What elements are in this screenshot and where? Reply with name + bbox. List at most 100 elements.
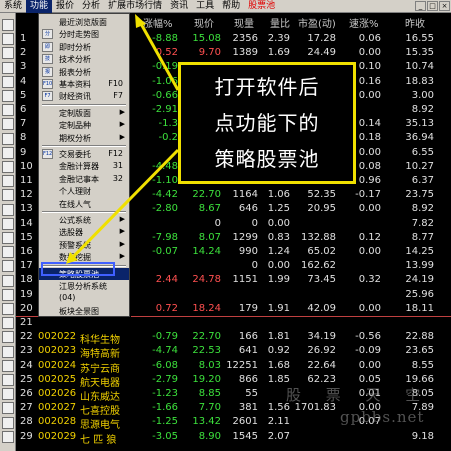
toolbar-button[interactable] — [2, 146, 14, 159]
menu-item-9[interactable]: 期权分析 ▶ — [39, 132, 129, 144]
prev-close-cell: 9.18 — [411, 430, 434, 442]
volume-ratio-cell: 2.39 — [267, 33, 290, 44]
col-header-pe-dynamic[interactable]: 市盈(动) — [298, 15, 336, 30]
prev-close-cell: 35.13 — [405, 118, 434, 130]
toolbar-button[interactable] — [2, 118, 14, 131]
toolbar-button[interactable] — [2, 416, 14, 429]
change-pct-cell: -4.42 — [152, 189, 178, 201]
menu-item-8[interactable]: 定制品种 ▶ — [39, 119, 129, 131]
toolbar-button[interactable] — [2, 90, 14, 102]
menu-item-5[interactable]: F10 基本资料 F10 — [39, 78, 129, 90]
col-header-prev-close[interactable]: 昨收 — [405, 15, 425, 30]
menu-separator — [42, 211, 126, 213]
col-header-change-pct[interactable]: 涨幅% — [143, 15, 173, 30]
volume-ratio-cell: 1.99 — [267, 274, 290, 286]
pe-cell: 52.35 — [307, 189, 336, 201]
toolbar-button[interactable] — [2, 47, 14, 60]
toolbar-button[interactable] — [2, 430, 14, 443]
row-number: 10 — [20, 160, 33, 172]
toolbar-button[interactable] — [2, 317, 14, 330]
toolbar-button[interactable] — [2, 189, 14, 202]
toolbar-button[interactable] — [2, 260, 14, 273]
minimize-button[interactable]: _ — [415, 1, 426, 11]
stock-pool-link[interactable]: 股票池 — [244, 0, 279, 13]
toolbar-button[interactable] — [2, 175, 14, 188]
volume-ratio-cell: 1.81 — [267, 331, 290, 343]
speed-cell: 0.96 — [358, 175, 381, 186]
menu-item-21[interactable]: (04) — [39, 292, 129, 304]
toolbar-button[interactable] — [2, 288, 14, 301]
menu-item-14[interactable]: 在线人气 — [39, 198, 129, 210]
toolbar-button[interactable] — [2, 246, 14, 259]
menu-analysis[interactable]: 分析 — [78, 0, 104, 13]
toolbar-button[interactable] — [2, 61, 14, 74]
menu-item-20[interactable]: 江恩分析系统 — [39, 280, 129, 292]
menu-item-1[interactable]: 分分时走势图 — [39, 28, 129, 40]
menu-news[interactable]: 资讯 — [166, 0, 192, 13]
toolbar-button[interactable] — [2, 345, 14, 358]
menu-system[interactable]: 系统 — [0, 0, 26, 13]
prev-close-cell: 8.77 — [411, 231, 434, 243]
menu-item-6[interactable]: F7 财经资讯 F7 — [39, 90, 129, 102]
prev-close-cell: 8.92 — [411, 203, 434, 215]
menu-tools[interactable]: 工具 — [192, 0, 218, 13]
toolbar-button[interactable] — [2, 19, 14, 31]
toolbar-button[interactable] — [2, 33, 14, 46]
toolbar-button[interactable] — [2, 75, 14, 88]
col-header-volume-ratio[interactable]: 量比 — [270, 15, 290, 30]
price-cell: 8.07 — [198, 231, 221, 243]
menu-item-10[interactable]: F12 交易委托 F12 — [39, 148, 129, 160]
menu-function[interactable]: 功能 — [26, 0, 53, 13]
close-button[interactable]: × — [439, 1, 450, 11]
menu-item-0[interactable]: 最近浏览版面 — [39, 16, 129, 28]
toolbar-button[interactable] — [2, 161, 14, 173]
change-pct-cell: -8.88 — [152, 33, 178, 44]
volume-ratio-cell: 2.07 — [267, 430, 290, 442]
price-cell: 15.08 — [192, 33, 221, 44]
toolbar-button[interactable] — [2, 374, 14, 386]
col-header-speed-pct[interactable]: 速涨% — [349, 15, 379, 30]
toolbar-button[interactable] — [2, 274, 14, 287]
toolbar-button[interactable] — [2, 388, 14, 401]
menu-item-label: 分时走势图 — [59, 30, 99, 40]
toolbar-button[interactable] — [2, 359, 14, 372]
menu-help[interactable]: 帮助 — [218, 0, 244, 13]
menu-item-icon: 即 — [42, 41, 53, 52]
toolbar-button[interactable] — [2, 217, 14, 230]
speed-cell: 0.18 — [358, 132, 381, 144]
speed-cell: 0.14 — [358, 118, 381, 130]
menu-item-23[interactable]: 热点星空图 — [39, 317, 129, 329]
prev-close-cell: 8.92 — [411, 104, 434, 115]
menu-item-11[interactable]: 金融计算器 31 — [39, 160, 129, 172]
menu-item-label: 最近浏览版面 — [59, 18, 107, 27]
toolbar-button[interactable] — [2, 132, 14, 145]
menu-item-22[interactable]: 板块全景图 — [39, 305, 129, 317]
menu-item-17[interactable]: 预警系统 ▶ — [39, 239, 129, 251]
menu-item-15[interactable]: 公式系统 ▶ — [39, 214, 129, 226]
submenu-arrow-icon: ▶ — [119, 227, 125, 236]
toolbar-button[interactable] — [2, 402, 14, 415]
stock-name: 七喜控股 — [80, 406, 120, 418]
col-header-current-volume[interactable]: 现量 — [234, 15, 254, 30]
row-number: 13 — [20, 203, 33, 215]
maximize-button[interactable]: □ — [427, 1, 438, 11]
toolbar-button[interactable] — [2, 331, 14, 344]
col-header-price[interactable]: 现价 — [194, 15, 214, 30]
toolbar-button[interactable] — [2, 203, 14, 216]
menu-item-label: 基本资料 — [59, 80, 91, 89]
menu-extended-market[interactable]: 扩展市场行情 — [104, 0, 166, 13]
toolbar-button[interactable] — [2, 303, 14, 315]
toolbar-button[interactable] — [2, 104, 14, 117]
menu-item-12[interactable]: 金融记事本 32 — [39, 173, 129, 185]
menu-item-7[interactable]: 定制版面 ▶ — [39, 107, 129, 119]
menu-item-3[interactable]: 技技术分析 — [39, 53, 129, 65]
menu-item-13[interactable]: 个人理财 — [39, 185, 129, 197]
menu-item-2[interactable]: 即即时分析 — [39, 41, 129, 53]
stock-name: 七 匹 狼 — [80, 434, 117, 446]
row-number: 18 — [20, 274, 33, 286]
toolbar-button[interactable] — [2, 232, 14, 244]
menu-item-4[interactable]: 报报表分析 — [39, 66, 129, 78]
prev-close-cell: 25.96 — [405, 288, 434, 300]
menu-quote[interactable]: 报价 — [52, 0, 78, 13]
menu-item-16[interactable]: 选股器 ▶ — [39, 226, 129, 238]
